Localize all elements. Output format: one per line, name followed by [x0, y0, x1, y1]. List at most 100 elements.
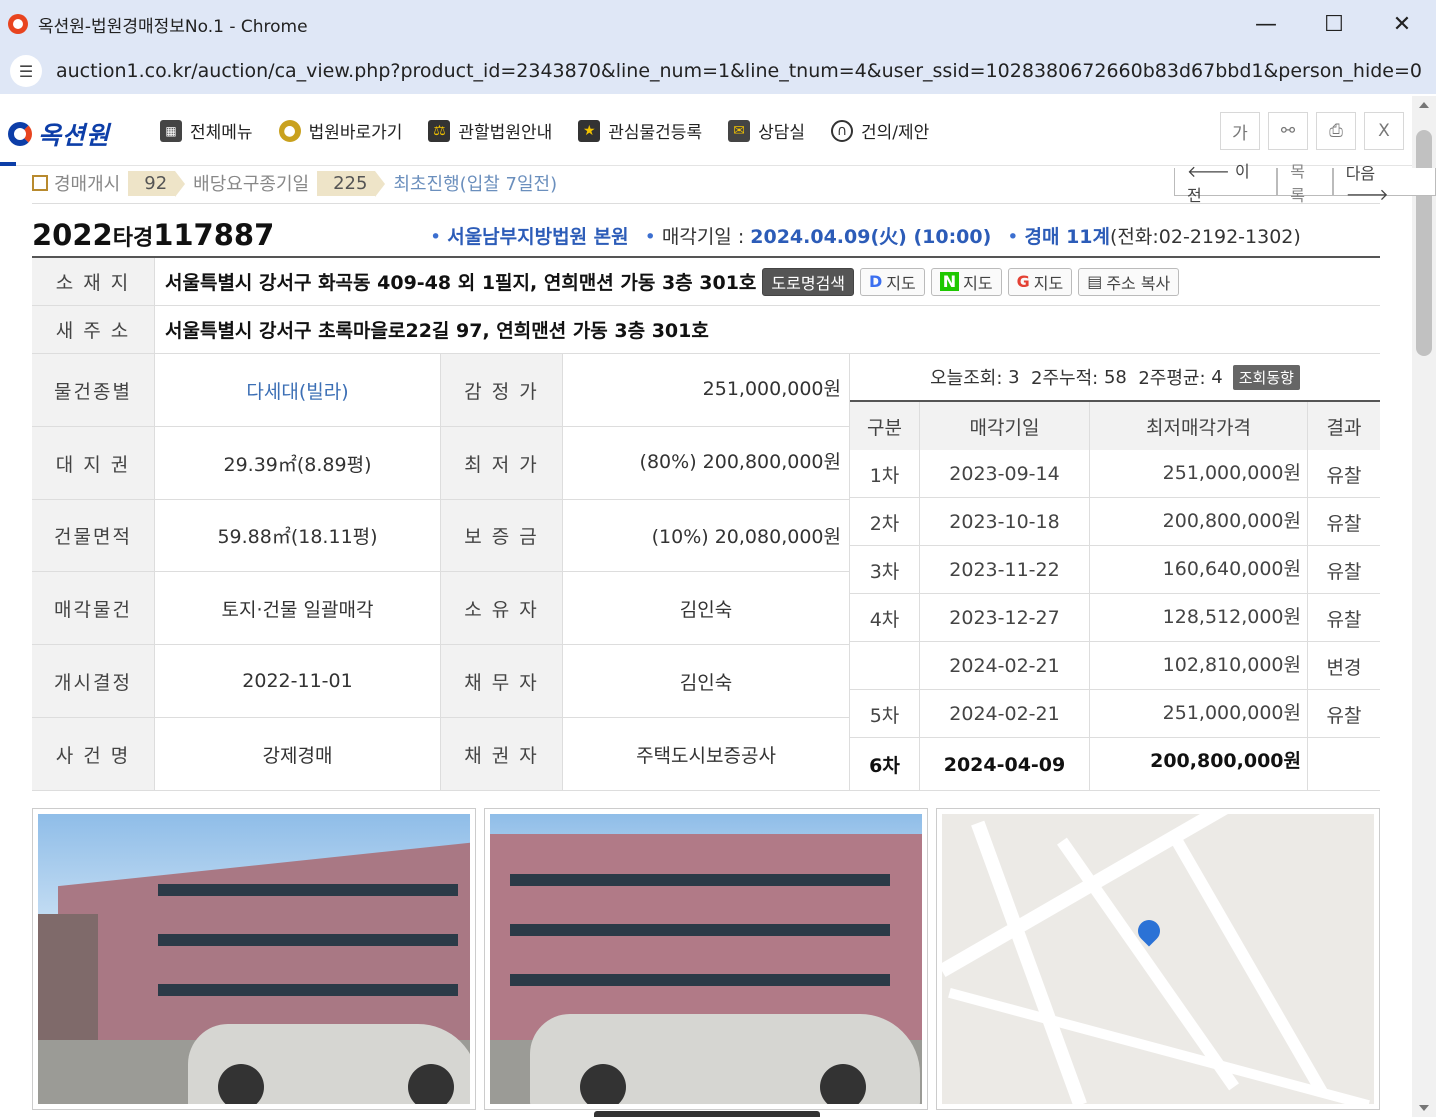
creditor-value: 주택도시보증공사	[563, 718, 850, 790]
address-row: 소 재 지 서울특별시 강서구 화곡동 409-48 외 1필지, 연희맨션 가…	[32, 258, 1380, 306]
date-cell: 2023-10-18	[920, 498, 1090, 546]
close-window-button[interactable]: ✕	[1368, 0, 1436, 48]
gavel-icon: ⚖	[428, 119, 451, 142]
price-cell: 251,000,000원	[1090, 450, 1308, 498]
history-header-cell: 매각기일	[920, 402, 1090, 450]
property-type-link[interactable]: 다세대(빌라)	[155, 354, 441, 426]
owner-value: 김인숙	[563, 572, 850, 644]
result-cell: 유찰	[1326, 560, 1362, 583]
maximize-button[interactable]: ☐	[1300, 0, 1368, 48]
daum-icon: D	[869, 272, 883, 291]
daum-map-button[interactable]: D 지도	[860, 267, 925, 296]
menu-suggest[interactable]: ∩ 건의/제안	[831, 118, 929, 143]
twoweek-count: 58	[1103, 366, 1127, 388]
round-cell: 5차	[850, 690, 920, 738]
property-photo-1[interactable]	[32, 808, 476, 1110]
today-label: 오늘조회:	[930, 368, 1003, 389]
location-map[interactable]	[936, 808, 1380, 1110]
close-page-button[interactable]: X	[1364, 112, 1404, 150]
detail-row: 물건종별 다세대(빌라) 감 정 가 251,000,000원	[32, 354, 850, 427]
site-settings-icon[interactable]: ☰	[10, 55, 42, 87]
menu-court-guide[interactable]: ⚖ 관할법원안내	[428, 118, 552, 143]
site-favicon-icon	[8, 14, 28, 34]
detail-row: 개시결정 2022-11-01 채 무 자 김인숙	[32, 645, 850, 718]
naver-icon: N	[939, 272, 960, 291]
page-bottom-tab[interactable]	[594, 1111, 820, 1117]
window-titlebar: 옥션원-법원경매정보No.1 - Chrome — ☐ ✕	[0, 0, 1436, 48]
twoweek-label: 2주누적:	[1031, 368, 1099, 389]
court-name[interactable]: 서울남부지방법원 본원	[447, 226, 628, 248]
logo-text: 옥션원	[38, 121, 111, 150]
divider	[32, 203, 1380, 204]
road-search-button[interactable]: 도로명검색	[762, 267, 855, 296]
detail-label: 감 정 가	[441, 354, 563, 426]
window-title: 옥션원-법원경매정보No.1 - Chrome	[38, 16, 308, 37]
site-logo[interactable]: 옥션원	[8, 116, 110, 152]
history-row: 5차 2024-02-21 251,000,000원 유찰	[850, 690, 1380, 738]
google-map-button[interactable]: G 지도	[1007, 267, 1073, 296]
detail-value: 강제경매	[155, 718, 441, 790]
detail-label: 최 저 가	[441, 427, 563, 499]
round-cell: 6차	[850, 738, 920, 791]
menu-all[interactable]: ▦ 전체메뉴	[160, 118, 253, 143]
property-table: 소 재 지 서울특별시 강서구 화곡동 409-48 외 1필지, 연희맨션 가…	[32, 256, 1380, 791]
history-header-cell: 최저매각가격	[1090, 402, 1308, 450]
copy-address-button[interactable]: ▤ 주소 복사	[1078, 267, 1180, 296]
menu-label: 상담실	[758, 123, 806, 143]
url-text[interactable]: auction1.co.kr/auction/ca_view.php?produ…	[56, 60, 1426, 82]
menu-consult[interactable]: ✉ 상담실	[728, 118, 805, 143]
menu-court-link[interactable]: ● 법원바로가기	[278, 118, 402, 143]
detail-label: 소 유 자	[441, 572, 563, 644]
new-address-label: 새 주 소	[32, 306, 155, 353]
auction-dept[interactable]: 경매 11계	[1025, 226, 1111, 248]
detail-label: 보 증 금	[441, 500, 563, 571]
claim-label: 배당요구종기일	[193, 174, 310, 195]
next-button[interactable]: 다음 🡒	[1332, 164, 1436, 204]
scroll-up-icon[interactable]	[1419, 102, 1429, 108]
round-cell	[850, 642, 920, 690]
prev-button[interactable]: 🡐 이전	[1174, 162, 1278, 205]
btn-label: 지도	[1033, 273, 1064, 293]
detail-label: 건물면적	[32, 500, 155, 571]
case-info: • 서울남부지방법원 본원 • 매각기일 : 2024.04.09(火) (10:0…	[430, 226, 1301, 248]
property-photo-2[interactable]	[484, 808, 928, 1110]
case-navigation: 🡐 이전 목록 다음 🡒	[1174, 162, 1436, 205]
detail-row: 매각물건 토지·건물 일괄매각 소 유 자 김인숙	[32, 572, 850, 645]
history-header: 구분 매각기일 최저매각가격 결과	[850, 402, 1380, 450]
address-value: 서울특별시 강서구 화곡동 409-48 외 1필지, 연희맨션 가동 3층 3…	[165, 272, 757, 294]
minimize-button[interactable]: —	[1232, 0, 1300, 48]
view-stats: 오늘조회: 3 2주누적: 58 2주평균: 4 조회동향	[850, 354, 1380, 402]
view-trend-button[interactable]: 조회동향	[1232, 364, 1300, 390]
print-button[interactable]: ⎙	[1316, 112, 1356, 150]
case-serial: 117887	[153, 218, 275, 252]
price-cell: 200,800,000원	[1090, 738, 1308, 791]
menu-label: 전체메뉴	[190, 123, 253, 143]
round-cell: 4차	[850, 594, 920, 642]
site-header: 옥션원 ▦ 전체메뉴 ● 법원바로가기 ⚖ 관할법원안내 ★ 관심물건등록 ✉ …	[0, 96, 1412, 166]
scroll-down-icon[interactable]	[1419, 1105, 1429, 1111]
menu-watchlist[interactable]: ★ 관심물건등록	[578, 118, 702, 143]
detail-label: 사 건 명	[32, 718, 155, 790]
naver-map-button[interactable]: N 지도	[930, 267, 1002, 296]
round-cell: 2차	[850, 498, 920, 546]
font-size-button[interactable]: 가	[1220, 112, 1260, 150]
case-number: 2022타경117887	[32, 218, 274, 252]
detail-label: 매각물건	[32, 572, 155, 644]
date-cell: 2023-11-22	[920, 546, 1090, 594]
min-price-value: (80%) 200,800,000원	[563, 427, 850, 499]
share-button[interactable]: ⚯	[1268, 112, 1308, 150]
globe-icon: ●	[278, 119, 301, 142]
result-cell: 유찰	[1326, 704, 1362, 727]
menu-label: 관할법원안내	[458, 123, 553, 143]
date-cell: 2023-09-14	[920, 450, 1090, 498]
date-cell: 2024-02-21	[920, 642, 1090, 690]
price-cell: 128,512,000원	[1090, 594, 1308, 642]
price-cell: 102,810,000원	[1090, 642, 1308, 690]
case-type: 타경	[112, 226, 154, 251]
list-button[interactable]: 목록	[1277, 162, 1333, 205]
avg-count: 4	[1211, 366, 1223, 388]
address-label: 소 재 지	[32, 258, 155, 305]
vertical-scrollbar[interactable]	[1412, 96, 1436, 1117]
today-count: 3	[1008, 366, 1020, 388]
detail-label: 대 지 권	[32, 427, 155, 499]
